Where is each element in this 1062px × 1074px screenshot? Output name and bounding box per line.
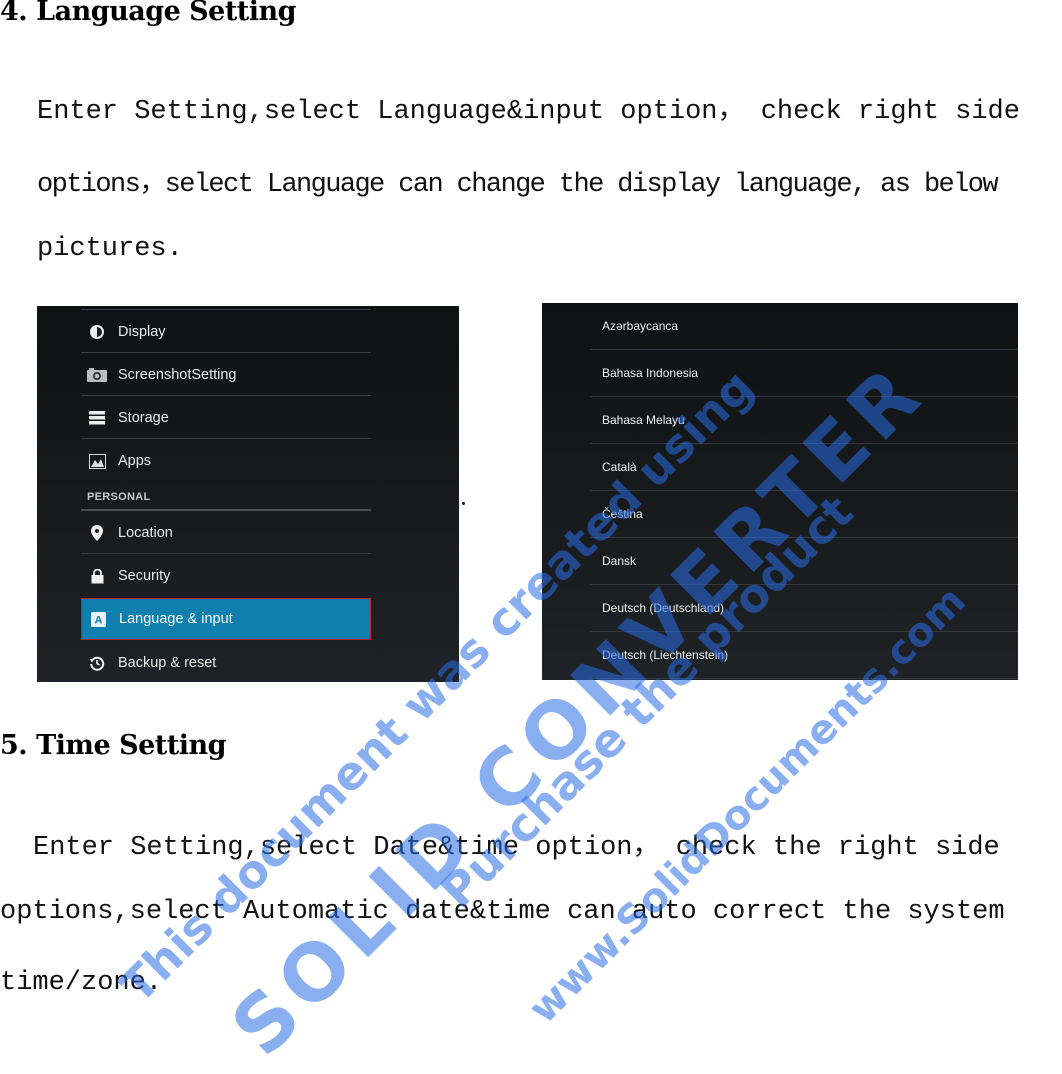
language-option[interactable]: Bahasa Melayu [590,397,1018,444]
language-option[interactable]: Čeština [590,491,1018,538]
section-heading-time-setting: 5. Time Setting [0,730,226,761]
lock-icon [86,567,108,585]
settings-item-label: Security [118,568,171,584]
settings-item-backup-reset[interactable]: Backup & reset [81,642,371,682]
paragraph-line: pictures. [37,234,183,264]
storage-icon [86,409,108,427]
language-option[interactable]: Deutsch (Deutschland) [590,585,1018,632]
paragraph-line: options，select Language can change the d… [37,170,999,200]
location-pin-icon [86,524,108,542]
paragraph-line: Enter Setting,select Date&time option， c… [33,833,1000,863]
language-option[interactable]: Deutsch (Liechtenstein) [590,632,1018,679]
settings-item-apps[interactable]: Apps [81,440,371,482]
settings-screenshot: Display ScreenshotSetting Storage Apps P… [37,306,459,682]
section-heading-language-setting: 4. Language Setting [0,0,297,27]
settings-item-security[interactable]: Security [81,555,371,597]
language-option[interactable]: Dansk [590,538,1018,585]
settings-item-storage[interactable]: Storage [81,397,371,439]
paragraph-line: options,select Automatic date&time can a… [0,897,1005,927]
paragraph-line: Enter Setting,select Language&input opti… [37,97,1020,127]
language-option[interactable]: Bahasa Indonesia [590,350,1018,397]
settings-item-label: ScreenshotSetting [118,366,237,383]
stray-mark [462,502,465,505]
camera-icon [86,366,108,384]
section-divider [81,509,371,511]
brightness-icon [86,323,108,341]
settings-item-location[interactable]: Location [81,512,371,554]
settings-item-label: Apps [118,453,152,469]
language-option[interactable]: Català [590,444,1018,491]
settings-item-label: Backup & reset [118,655,217,671]
settings-item-language-input[interactable]: A Language & input [81,598,371,640]
paragraph-line: time/zone. [0,968,163,998]
settings-item-label: Display [118,323,166,340]
settings-item-label: Location [118,524,173,541]
settings-item-display[interactable]: Display [81,311,371,353]
backup-restore-icon [86,654,108,672]
apps-icon [86,452,108,470]
language-option[interactable]: Azərbaycanca [590,303,1018,350]
language-list-screenshot: Azərbaycanca Bahasa Indonesia Bahasa Mel… [542,303,1018,680]
settings-item-label: Storage [118,409,169,426]
settings-item-screenshotsetting[interactable]: ScreenshotSetting [81,354,371,396]
settings-section-label: PERSONAL [87,491,151,503]
divider [81,309,371,310]
svg-text:A: A [94,614,102,626]
settings-item-label: Language & input [119,611,233,627]
language-icon: A [87,610,109,628]
